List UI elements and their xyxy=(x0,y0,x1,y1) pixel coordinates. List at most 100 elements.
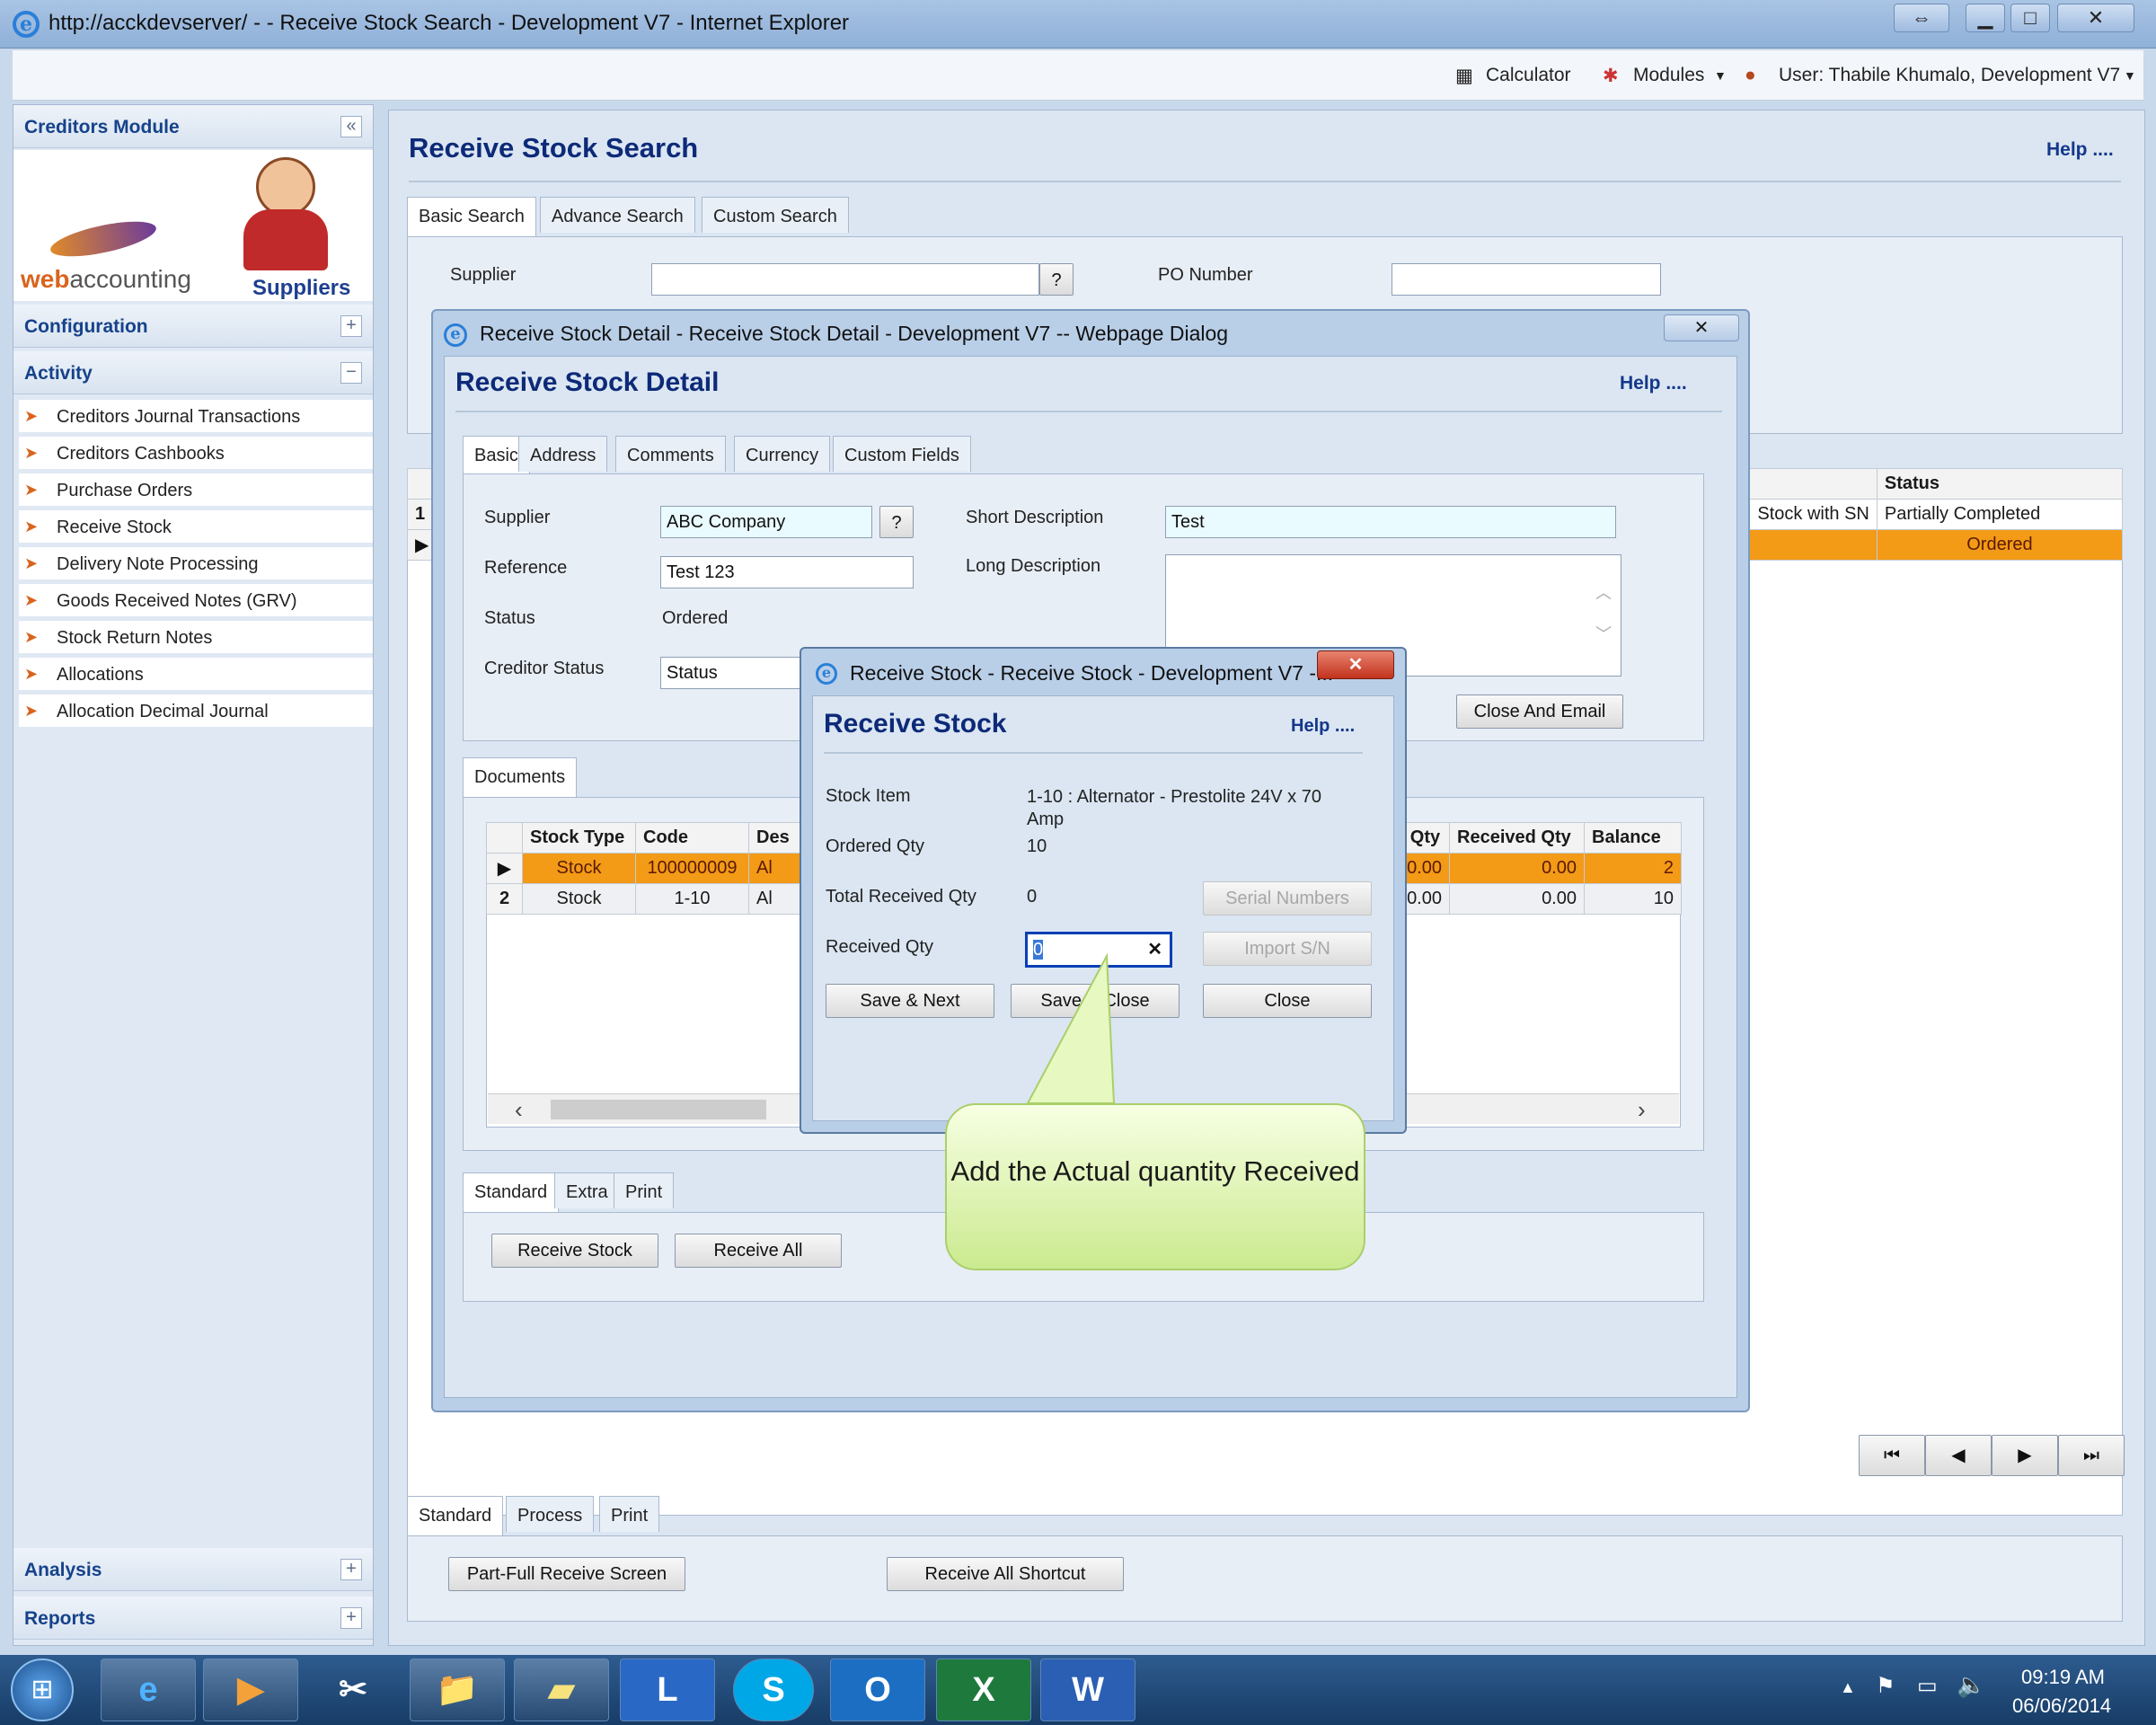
serial-numbers-button[interactable]: Serial Numbers xyxy=(1203,881,1372,916)
sidebar-reports[interactable]: Reports + xyxy=(13,1597,373,1640)
action-center-flag-icon[interactable]: ⚑ xyxy=(1876,1673,1895,1699)
scrollbar-thumb[interactable] xyxy=(551,1100,766,1119)
arrow-right-icon: ➤ xyxy=(24,554,39,572)
taskbar-ie-icon[interactable]: e xyxy=(101,1659,196,1721)
taskbar-skype-icon[interactable]: S xyxy=(733,1659,814,1721)
collapse-icon[interactable]: − xyxy=(340,362,362,384)
tab-currency[interactable]: Currency xyxy=(734,436,831,472)
scroll-right-icon[interactable]: › xyxy=(1638,1096,1646,1124)
start-button[interactable]: ⊞ xyxy=(11,1659,74,1721)
code-header[interactable]: Code xyxy=(635,822,749,854)
dialog-title: Receive Stock - Receive Stock - Developm… xyxy=(850,661,1334,685)
close-window-button[interactable]: ✕ xyxy=(2057,4,2134,32)
receive-all-button[interactable]: Receive All xyxy=(675,1234,842,1268)
user-icon: ● xyxy=(1745,65,1756,85)
sidebar-item-stock-return[interactable]: ➤ Stock Return Notes xyxy=(19,621,373,655)
internet-explorer-icon: e xyxy=(13,11,40,38)
sidebar-item-purchase-orders[interactable]: ➤ Purchase Orders xyxy=(19,473,373,508)
taskbar-word-icon[interactable]: W xyxy=(1040,1659,1135,1721)
scroll-down-icon[interactable]: ﹀ xyxy=(1595,622,1612,645)
chevron-down-icon[interactable]: ▼ xyxy=(1714,68,1727,83)
resize-icon[interactable]: ⇔ xyxy=(1894,4,1949,32)
collapse-sidebar-icon[interactable]: « xyxy=(340,116,362,137)
supplier-lookup-button[interactable]: ? xyxy=(879,506,914,538)
modules-menu[interactable]: Modules xyxy=(1633,65,1704,86)
sidebar-activity[interactable]: Activity − xyxy=(13,351,373,394)
tab-comments[interactable]: Comments xyxy=(615,436,726,472)
tab-print[interactable]: Print xyxy=(599,1496,660,1532)
sidebar-item-creditors-cashbooks[interactable]: ➤ Creditors Cashbooks xyxy=(19,437,373,471)
import-sn-button[interactable]: Import S/N xyxy=(1203,932,1372,966)
taskbar-explorer-icon[interactable]: 📁 xyxy=(410,1659,505,1721)
user-menu[interactable]: User: Thabile Khumalo, Development V7 xyxy=(1779,65,2120,86)
supplier-input[interactable]: ABC Company xyxy=(660,506,872,538)
prev-page-button[interactable]: ◀ xyxy=(1925,1435,1992,1476)
next-page-button[interactable]: ▶ xyxy=(1992,1435,2058,1476)
part-full-receive-button[interactable]: Part-Full Receive Screen xyxy=(448,1557,685,1591)
taskbar-outlook-icon[interactable]: O xyxy=(830,1659,925,1721)
minimize-button[interactable]: ▁ xyxy=(1966,4,2005,32)
close-icon[interactable]: ✕ xyxy=(1664,314,1739,341)
po-number-input[interactable] xyxy=(1392,263,1661,296)
stock-type-header[interactable]: Stock Type xyxy=(522,822,636,854)
tab-extra[interactable]: Extra xyxy=(554,1172,620,1208)
supplier-search-input[interactable] xyxy=(651,263,1039,296)
sidebar-item-grv[interactable]: ➤ Goods Received Notes (GRV) xyxy=(19,584,373,618)
receive-all-shortcut-button[interactable]: Receive All Shortcut xyxy=(887,1557,1124,1591)
receive-help-link[interactable]: Help .... xyxy=(1291,716,1355,737)
calculator-link[interactable]: Calculator xyxy=(1486,65,1571,86)
close-button[interactable]: Close xyxy=(1203,984,1372,1018)
scroll-up-icon[interactable]: ︿ xyxy=(1595,580,1612,604)
sidebar-item-allocation-decimal[interactable]: ➤ Allocation Decimal Journal xyxy=(19,694,373,729)
first-page-button[interactable]: ⏮ xyxy=(1859,1435,1925,1476)
balance-header[interactable]: Balance xyxy=(1584,822,1682,854)
network-icon[interactable]: ▭ xyxy=(1917,1673,1938,1699)
creditor-status-select[interactable]: Status xyxy=(660,657,822,689)
sidebar-item-allocations[interactable]: ➤ Allocations xyxy=(19,658,373,692)
sidebar-analysis[interactable]: Analysis + xyxy=(13,1548,373,1591)
tab-print[interactable]: Print xyxy=(614,1172,675,1208)
maximize-button[interactable]: □ xyxy=(2010,4,2050,32)
tab-address[interactable]: Address xyxy=(518,436,608,472)
taskbar-lync-icon[interactable]: L xyxy=(620,1659,715,1721)
tab-standard[interactable]: Standard xyxy=(463,1172,560,1212)
scroll-left-icon[interactable]: ‹ xyxy=(515,1096,523,1124)
taskbar-notes-icon[interactable]: ▰ xyxy=(514,1659,609,1721)
taskbar-excel-icon[interactable]: X xyxy=(936,1659,1031,1721)
close-and-email-button[interactable]: Close And Email xyxy=(1456,694,1623,729)
sidebar-item-creditors-journal[interactable]: ➤ Creditors Journal Transactions xyxy=(19,400,373,434)
volume-icon[interactable]: 🔈 xyxy=(1957,1671,1985,1699)
tab-custom-fields[interactable]: Custom Fields xyxy=(833,436,971,472)
received-qty-header[interactable]: Received Qty xyxy=(1449,822,1585,854)
taskbar-media-player-icon[interactable]: ▶ xyxy=(203,1659,298,1721)
expand-icon[interactable]: + xyxy=(340,315,362,337)
help-link[interactable]: Help .... xyxy=(2046,139,2114,161)
tab-advance-search[interactable]: Advance Search xyxy=(540,197,695,233)
chevron-down-icon[interactable]: ▼ xyxy=(2124,68,2136,83)
tab-standard[interactable]: Standard xyxy=(407,1496,504,1535)
close-icon[interactable]: ✕ xyxy=(1317,650,1394,679)
save-and-next-button[interactable]: Save & Next xyxy=(826,984,994,1018)
short-description-input[interactable]: Test xyxy=(1165,506,1616,538)
calculator-icon[interactable]: ▦ xyxy=(1455,65,1473,87)
expand-icon[interactable]: + xyxy=(340,1559,362,1580)
detail-help-link[interactable]: Help .... xyxy=(1620,373,1687,394)
sidebar-configuration[interactable]: Configuration + xyxy=(13,305,373,348)
clock-time[interactable]: 09:19 AM xyxy=(2021,1666,2105,1689)
tab-process[interactable]: Process xyxy=(506,1496,595,1532)
show-hidden-icons-icon[interactable]: ▲ xyxy=(1840,1678,1856,1697)
clock-date[interactable]: 06/06/2014 xyxy=(2012,1694,2111,1718)
tab-basic-search[interactable]: Basic Search xyxy=(407,197,536,236)
reference-input[interactable]: Test 123 xyxy=(660,556,914,588)
receive-stock-button[interactable]: Receive Stock xyxy=(491,1234,658,1268)
supplier-lookup-button[interactable]: ? xyxy=(1039,263,1074,296)
last-page-button[interactable]: ⏭ xyxy=(2058,1435,2125,1476)
sidebar-item-receive-stock[interactable]: ➤ Receive Stock xyxy=(19,510,373,544)
tab-documents[interactable]: Documents xyxy=(463,757,578,797)
tab-custom-search[interactable]: Custom Search xyxy=(702,197,849,233)
clear-icon[interactable]: ✕ xyxy=(1147,938,1162,960)
status-column-header[interactable]: Status xyxy=(1876,468,2124,500)
expand-icon[interactable]: + xyxy=(340,1607,362,1629)
sidebar-item-delivery-note[interactable]: ➤ Delivery Note Processing xyxy=(19,547,373,581)
taskbar-snipping-tool-icon[interactable]: ✂ xyxy=(305,1659,401,1721)
